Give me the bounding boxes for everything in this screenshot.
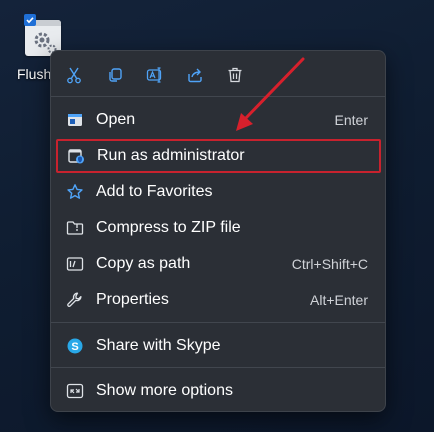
menu-item-label: Show more options xyxy=(96,382,233,399)
rename-icon xyxy=(146,67,162,83)
share-icon xyxy=(188,68,202,83)
share-button[interactable] xyxy=(181,61,209,89)
file-label: Flush xyxy=(17,66,52,82)
open-icon xyxy=(66,111,84,129)
menu-item-share-with-skype[interactable]: S Share with Skype xyxy=(55,330,381,362)
wrench-icon xyxy=(66,291,84,309)
menu-item-properties[interactable]: Properties Alt+Enter xyxy=(55,284,381,316)
menu-item-label: Compress to ZIP file xyxy=(96,219,241,236)
menu-item-label: Run as administrator xyxy=(97,147,245,164)
copy-icon xyxy=(109,68,122,82)
path-icon xyxy=(66,255,84,273)
shortcut-text: Alt+Enter xyxy=(310,292,368,308)
rename-button[interactable] xyxy=(141,61,169,89)
star-icon xyxy=(66,183,84,201)
svg-text:S: S xyxy=(71,341,78,353)
menu-item-label: Share with Skype xyxy=(96,337,221,354)
menu-item-label: Add to Favorites xyxy=(96,183,213,200)
context-menu: Open Enter Run as administrator Add to F… xyxy=(50,50,386,412)
menu-item-open[interactable]: Open Enter xyxy=(55,104,381,136)
menu-item-show-more-options[interactable]: Show more options xyxy=(55,375,381,407)
quick-actions-bar xyxy=(51,59,385,91)
divider xyxy=(51,367,385,368)
shortcut-text: Ctrl+Shift+C xyxy=(291,256,368,272)
divider xyxy=(51,96,385,97)
zip-folder-icon xyxy=(66,219,84,237)
shield-icon xyxy=(67,147,85,165)
scissors-icon xyxy=(67,67,81,84)
menu-item-label: Copy as path xyxy=(96,255,191,272)
menu-item-label: Properties xyxy=(96,291,169,308)
shortcut-text: Enter xyxy=(334,112,368,128)
cut-button[interactable] xyxy=(60,61,88,89)
skype-icon: S xyxy=(66,337,84,355)
menu-item-add-to-favorites[interactable]: Add to Favorites xyxy=(55,176,381,208)
more-options-icon xyxy=(66,382,84,400)
menu-item-label: Open xyxy=(96,111,136,128)
trash-icon xyxy=(228,67,242,83)
delete-button[interactable] xyxy=(221,61,249,89)
copy-button[interactable] xyxy=(101,61,129,89)
selection-checkbox[interactable] xyxy=(24,14,36,26)
menu-item-run-as-administrator[interactable]: Run as administrator xyxy=(56,139,381,173)
menu-item-copy-as-path[interactable]: Copy as path Ctrl+Shift+C xyxy=(55,248,381,280)
divider xyxy=(51,322,385,323)
menu-item-compress-zip[interactable]: Compress to ZIP file xyxy=(55,212,381,244)
